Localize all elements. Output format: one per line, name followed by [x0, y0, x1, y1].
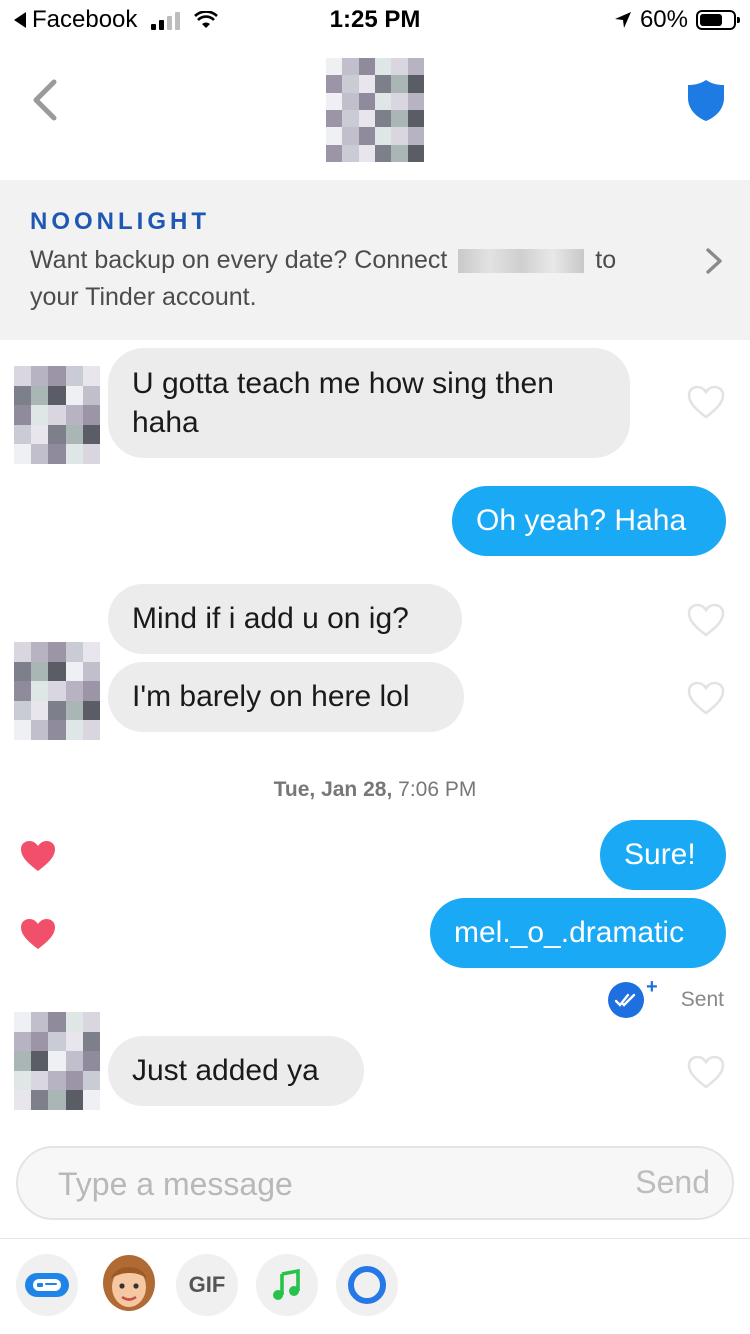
read-receipt: [608, 982, 644, 1018]
heart-filled-icon[interactable]: [18, 838, 58, 874]
ring-icon: [348, 1266, 386, 1304]
music-icon: [273, 1268, 300, 1300]
battery-percent: 60%: [639, 6, 688, 33]
message-bubble[interactable]: Mind if i add u on ig?: [108, 584, 462, 654]
location-arrow-icon: [614, 12, 631, 28]
heart-outline-icon[interactable]: [686, 680, 726, 716]
noonlight-text: Want backup on every date? Connect to yo…: [30, 242, 670, 316]
message-bubble[interactable]: Just added ya: [108, 1036, 364, 1106]
chat-card-button[interactable]: [16, 1254, 78, 1316]
gif-button[interactable]: GIF: [176, 1254, 238, 1316]
redacted-name: [458, 249, 585, 274]
message-input[interactable]: [56, 1162, 580, 1206]
message-text: I'm barely on here lol: [132, 680, 410, 713]
battery-icon: [696, 10, 740, 30]
match-avatar-small[interactable]: [14, 642, 100, 740]
message-text: Oh yeah? Haha: [476, 504, 687, 537]
message-text: U gotta teach me how sing then haha: [132, 367, 554, 439]
toolbar-divider: [0, 1238, 750, 1239]
heart-outline-icon[interactable]: [686, 1054, 726, 1090]
match-avatar-small[interactable]: [14, 1012, 100, 1110]
heart-filled-icon[interactable]: [18, 916, 58, 952]
date-separator: Tue, Jan 28, 7:06 PM: [0, 778, 750, 802]
message-bubble[interactable]: mel._o_.dramatic: [430, 898, 726, 968]
shield-icon[interactable]: [686, 78, 726, 122]
send-button[interactable]: Send: [635, 1164, 710, 1201]
separator-date: Tue, Jan 28,: [273, 778, 393, 801]
back-chevron-icon[interactable]: [26, 78, 66, 122]
message-bubble[interactable]: Sure!: [600, 820, 726, 890]
message-composer: Send: [16, 1146, 734, 1220]
heart-outline-icon[interactable]: [686, 384, 726, 420]
match-avatar[interactable]: [326, 58, 424, 162]
double-check-icon: [614, 993, 636, 1007]
chat-header: [0, 40, 750, 180]
music-button[interactable]: [256, 1254, 318, 1316]
chevron-right-icon: [706, 248, 722, 274]
message-text: Just added ya: [132, 1054, 319, 1087]
noonlight-banner[interactable]: NOONLIGHT Want backup on every date? Con…: [0, 180, 750, 340]
bitmoji-icon: [103, 1255, 155, 1311]
message-text: mel._o_.dramatic: [454, 916, 685, 949]
noonlight-text-before: Want backup on every date? Connect: [30, 246, 448, 274]
message-bubble[interactable]: I'm barely on here lol: [108, 662, 464, 732]
receipt-plus[interactable]: +: [646, 976, 658, 999]
noonlight-logo: NOONLIGHT: [30, 208, 210, 235]
ring-button[interactable]: [336, 1254, 398, 1316]
message-text: Sure!: [624, 838, 696, 871]
status-bar: Facebook 1:25 PM 60%: [0, 0, 750, 40]
message-text: Mind if i add u on ig?: [132, 602, 409, 635]
message-bubble[interactable]: Oh yeah? Haha: [452, 486, 726, 556]
separator-time: 7:06 PM: [398, 778, 477, 801]
chat-card-icon: [25, 1273, 69, 1297]
bitmoji-button[interactable]: [98, 1254, 160, 1316]
heart-outline-icon[interactable]: [686, 602, 726, 638]
message-bubble[interactable]: U gotta teach me how sing then haha: [108, 348, 630, 458]
match-avatar-small[interactable]: [14, 366, 100, 464]
sent-status: Sent: [680, 988, 724, 1011]
gif-label: GIF: [188, 1272, 226, 1297]
